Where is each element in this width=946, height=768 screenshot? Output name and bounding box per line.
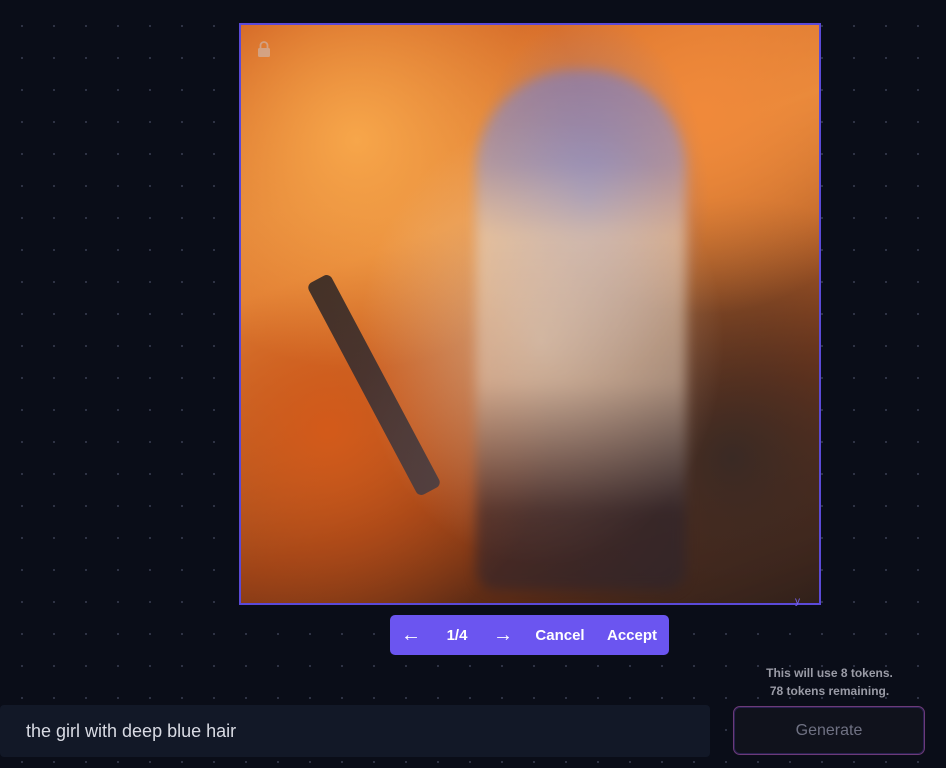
token-info: This will use 8 tokens. 78 tokens remain…	[732, 664, 927, 700]
previous-arrow-button[interactable]: ←	[390, 615, 432, 655]
image-art-figure	[476, 70, 686, 590]
generate-button[interactable]: Generate	[733, 706, 925, 755]
prompt-input[interactable]	[0, 719, 688, 743]
generated-image[interactable]	[239, 23, 821, 605]
accept-button[interactable]: Accept	[596, 615, 668, 655]
prompt-field	[0, 705, 710, 757]
tokens-remaining-text: 78 tokens remaining.	[769, 684, 890, 698]
variation-navigator: ← 1/4 → Cancel Accept	[390, 615, 669, 655]
next-arrow-button[interactable]: →	[482, 615, 524, 655]
image-caption: y	[795, 596, 800, 607]
lock-icon[interactable]	[255, 40, 273, 58]
image-art-sword	[306, 272, 442, 498]
cancel-button[interactable]: Cancel	[524, 615, 596, 655]
token-usage-text: This will use 8 tokens.	[766, 666, 893, 680]
variation-counter: 1/4	[446, 626, 468, 644]
